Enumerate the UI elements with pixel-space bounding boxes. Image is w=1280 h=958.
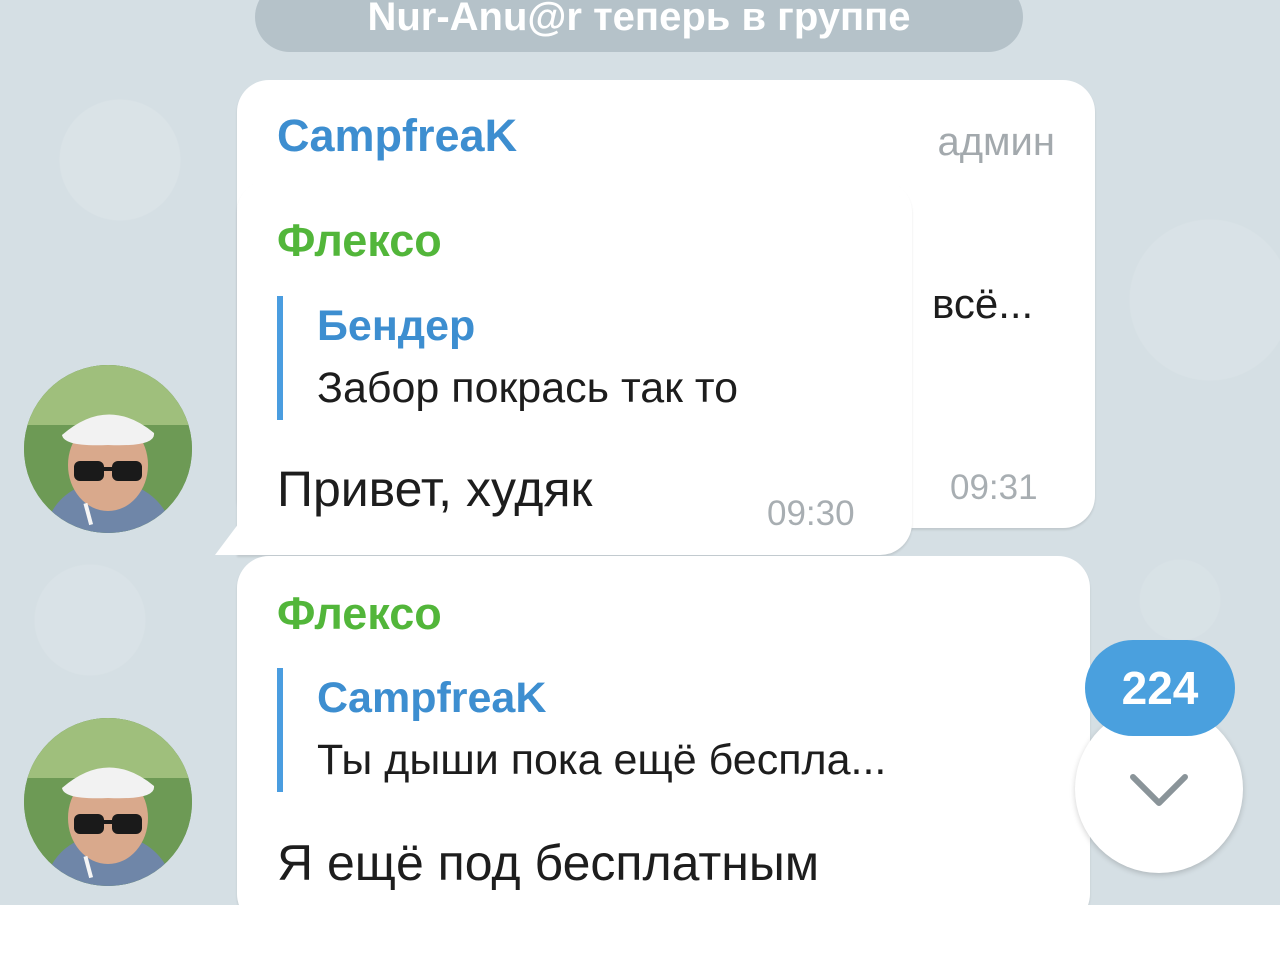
admin-badge: админ [937, 120, 1055, 164]
user-avatar[interactable] [24, 365, 192, 533]
service-message: Nur-Anu@r теперь в группе [255, 0, 1023, 52]
unread-counter-badge[interactable]: 224 [1085, 640, 1235, 736]
message-bubble-flekso-1[interactable]: Флексо Бендер Забор покрась так то Приве… [215, 180, 912, 555]
sender-name[interactable]: Флексо [277, 588, 442, 640]
sender-name[interactable]: CampfreaK [277, 110, 517, 162]
message-time: 09:31 [950, 468, 1038, 507]
message-time: 09:30 [767, 494, 855, 533]
message-bubble-flekso-2[interactable]: Флексо CampfreaK Ты дыши пока ещё беспла… [237, 556, 1090, 926]
message-text: Привет, худяк [277, 461, 593, 517]
message-input-bar[interactable] [0, 905, 1280, 958]
reply-quote[interactable]: CampfreaK Ты дыши пока ещё беспла... [277, 668, 1052, 792]
reply-quote-text: Забор покрась так то [317, 364, 738, 412]
message-text: Я ещё под бесплатным [277, 835, 820, 891]
reply-quote-text: Ты дыши пока ещё беспла... [317, 736, 887, 784]
user-avatar[interactable] [24, 718, 192, 886]
sender-name[interactable]: Флексо [277, 215, 442, 267]
reply-quote[interactable]: Бендер Забор покрась так то [277, 296, 877, 420]
message-text-fragment: всё... [932, 280, 1034, 327]
reply-quote-name: CampfreaK [317, 674, 547, 722]
reply-quote-name: Бендер [317, 302, 476, 350]
